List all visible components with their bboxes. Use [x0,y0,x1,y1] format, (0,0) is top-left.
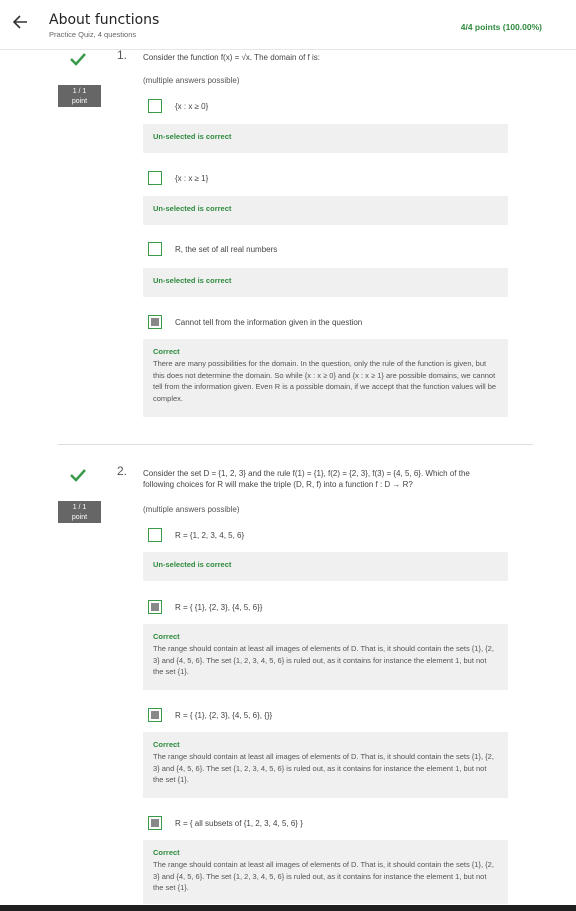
feedback-status: Correct [153,740,180,749]
option-label: Cannot tell from the information given i… [175,317,363,327]
question-number: 1. [117,48,128,62]
option-label: {x : x ≥ 0} [175,101,209,111]
question-text: Consider the set D = {1, 2, 3} and the r… [143,469,470,489]
answer-option[interactable]: R = { {1}, {2, 3}, {4, 5, 6}} [148,599,262,615]
points-value: 1 / 1 [72,88,87,95]
answer-option[interactable]: R = { {1}, {2, 3}, {4, 5, 6}, {}} [148,707,272,723]
feedback-status: Un-selected is correct [153,276,232,285]
points-unit: point [71,514,88,521]
feedback-status: Un-selected is correct [153,132,232,141]
option-checkbox[interactable] [148,600,162,614]
option-checkbox[interactable] [148,171,162,185]
feedback-text: The range should contain at least all im… [153,860,494,892]
option-label: R = {1, 2, 3, 4, 5, 6} [175,530,245,540]
feedback-text: There are many possibilities for the dom… [153,359,497,403]
answer-option[interactable]: R = { all subsets of {1, 2, 3, 4, 5, 6} … [148,815,303,831]
feedback-box: Correct The range should contain at leas… [143,732,508,798]
score-label: 4/4 points (100.00%) [460,22,542,32]
question-hint: (multiple answers possible) [143,505,240,514]
option-checkbox[interactable] [148,816,162,830]
check-icon [70,469,86,482]
feedback-status: Un-selected is correct [153,560,232,569]
option-checkbox[interactable] [148,242,162,256]
page-title: About functions [49,12,160,28]
points-unit: point [71,98,88,105]
option-label: {x : x ≥ 1} [175,173,209,183]
points-badge: 1 / 1 point [58,501,101,523]
feedback-box: Correct There are many possibilities for… [143,339,508,417]
bottom-bar [0,905,576,911]
feedback-status: Correct [153,848,180,857]
arrow-left-icon [12,15,27,29]
option-label: R, the set of all real numbers [175,244,278,254]
feedback-status: Correct [153,632,180,641]
quiz-header: About functions Practice Quiz, 4 questio… [0,0,576,50]
feedback-text: The range should contain at least all im… [153,644,494,676]
page-subtitle: Practice Quiz, 4 questions [49,30,137,39]
option-label: R = { {1}, {2, 3}, {4, 5, 6}} [175,602,263,612]
question-hint: (multiple answers possible) [143,76,240,85]
back-button[interactable] [10,12,30,32]
answer-option[interactable]: R = {1, 2, 3, 4, 5, 6} [148,527,244,543]
feedback-box: Un-selected is correct [143,124,508,153]
question-number: 2. [117,464,128,478]
points-value: 1 / 1 [72,504,87,511]
question-text: Consider the function f(x) = √x. The dom… [143,53,320,62]
option-checkbox[interactable] [148,528,162,542]
question-divider [58,444,533,445]
feedback-box: Correct The range should contain at leas… [143,624,508,690]
answer-option[interactable]: {x : x ≥ 1} [148,170,208,186]
feedback-status: Un-selected is correct [153,204,232,213]
option-label: R = { all subsets of {1, 2, 3, 4, 5, 6} … [175,818,303,828]
option-label: R = { {1}, {2, 3}, {4, 5, 6}, {}} [175,710,273,720]
answer-option[interactable]: R, the set of all real numbers [148,241,277,257]
check-icon [70,53,86,66]
option-checkbox[interactable] [148,99,162,113]
feedback-box: Un-selected is correct [143,268,508,297]
answer-option[interactable]: {x : x ≥ 0} [148,98,208,114]
feedback-box: Un-selected is correct [143,552,508,581]
points-badge: 1 / 1 point [58,85,101,107]
feedback-text: The range should contain at least all im… [153,752,494,784]
option-checkbox[interactable] [148,315,162,329]
answer-option[interactable]: Cannot tell from the information given i… [148,314,362,330]
feedback-box: Correct The range should contain at leas… [143,840,508,904]
feedback-box: Un-selected is correct [143,196,508,225]
option-checkbox[interactable] [148,708,162,722]
feedback-status: Correct [153,347,180,356]
